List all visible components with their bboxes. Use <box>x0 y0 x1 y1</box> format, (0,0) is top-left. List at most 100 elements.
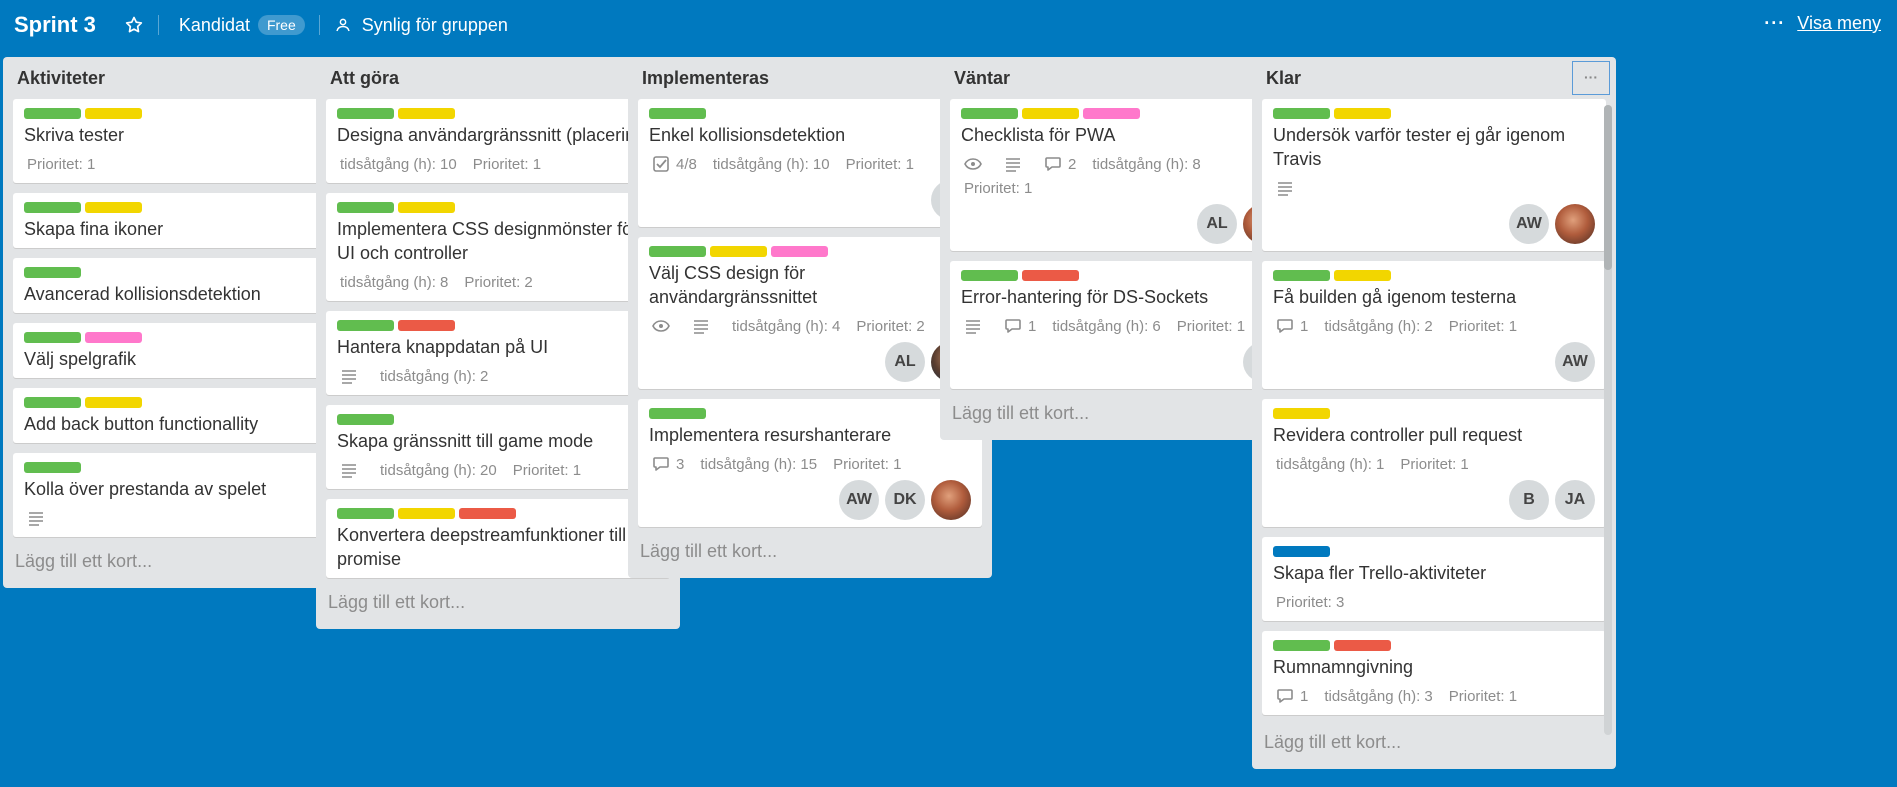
label-yellow <box>85 397 142 408</box>
list-title[interactable]: Klar <box>1266 68 1301 89</box>
card[interactable]: Implementera CSS designmönster för UI oc… <box>326 193 670 301</box>
card-title: Avancerad kollisionsdetektion <box>24 284 261 304</box>
badge-text: tidsåtgång (h): 4 <box>732 317 841 335</box>
list-header: Att göra··· <box>316 57 680 99</box>
list-title[interactable]: Att göra <box>330 68 399 89</box>
card[interactable]: Skapa fina ikoner <box>13 193 357 248</box>
card-labels <box>961 270 1283 281</box>
card[interactable]: Få builden gå igenom testerna 1 tidsåtgång… <box>1262 261 1606 389</box>
card[interactable]: Konvertera deepstreamfunktioner till pro… <box>326 499 670 578</box>
card[interactable]: Enkel kollisionsdetektion 4/8 tidsåtgång (… <box>638 99 982 227</box>
card-title: Undersök varför tester ej går igenom Tra… <box>1273 125 1566 169</box>
add-card-button[interactable]: Lägg till ett kort... <box>628 537 992 578</box>
avatar[interactable]: AW <box>1509 204 1549 244</box>
avatar[interactable]: DK <box>885 480 925 520</box>
list-aktiviteter: Aktiviteter···Skriva testerPrioritet: 1S… <box>3 57 367 588</box>
card[interactable]: Skapa gränssnitt till game mode tidsåtgån… <box>326 405 670 489</box>
badge-text: Prioritet: 1 <box>1176 317 1246 335</box>
list-header: Implementeras··· <box>628 57 992 99</box>
list-klar: Klar ··· Undersök varför tester ej går ige… <box>1252 57 1616 769</box>
card[interactable]: Rumnamngivning 1 tidsåtgång (h): 3 Priorite… <box>1262 631 1606 715</box>
card-title: Implementera resurshanterare <box>649 425 892 445</box>
board-title[interactable]: Sprint 3 <box>14 12 96 38</box>
badge-text: Prioritet: 1 <box>964 179 1033 197</box>
add-card-button[interactable]: Lägg till ett kort... <box>3 547 367 588</box>
card[interactable]: Implementera resurshanterare 3 tidsåtgång … <box>638 399 982 527</box>
card[interactable]: Designa användargränssnitt (placering) ti… <box>326 99 670 183</box>
card[interactable]: Revidera controller pull request tidsåtgå… <box>1262 399 1606 527</box>
card[interactable]: Checklista för PWA 2 tidsåtgång (h): 8 Prio… <box>950 99 1294 251</box>
card[interactable]: Undersök varför tester ej går igenom Tra… <box>1262 99 1606 251</box>
card-field-badge: Prioritet: 1 <box>1177 314 1245 338</box>
card-title: Skapa fina ikoner <box>24 219 164 239</box>
label-red <box>1334 640 1391 651</box>
label-green <box>337 414 394 425</box>
list-menu-icon[interactable]: ··· <box>1572 61 1610 95</box>
card-title: Skapa fler Trello-aktiviteter <box>1273 563 1487 583</box>
badge-text: Prioritet: 1 <box>27 155 96 173</box>
list-title[interactable]: Aktiviteter <box>17 68 105 89</box>
card-title: Designa användargränssnitt (placering) <box>337 125 652 145</box>
card[interactable]: Kolla över prestanda av spelet <box>13 453 357 537</box>
card-labels <box>337 508 659 519</box>
card[interactable]: Avancerad kollisionsdetektion <box>13 258 357 313</box>
label-red <box>398 320 455 331</box>
card-field-badge: tidsåtgång (h): 1 <box>1276 452 1384 476</box>
avatar[interactable] <box>1555 204 1595 244</box>
add-card-button[interactable]: Lägg till ett kort... <box>940 399 1304 440</box>
avatar[interactable]: AW <box>839 480 879 520</box>
card-members: TH <box>961 342 1283 382</box>
label-green <box>961 270 1018 281</box>
card[interactable]: Add back button functionallity <box>13 388 357 443</box>
label-green <box>1273 640 1330 651</box>
comment-badge: 1 <box>1276 314 1308 338</box>
card[interactable]: Välj spelgrafik <box>13 323 357 378</box>
card[interactable]: Skapa fler Trello-aktiviteter Prioritet: … <box>1262 537 1606 621</box>
card-title: Kolla över prestanda av spelet <box>24 479 267 499</box>
label-yellow <box>85 202 142 213</box>
badge-text: 1 <box>1300 687 1309 705</box>
card[interactable]: Error-hantering för DS-Sockets 1 tidsåtgån… <box>950 261 1294 389</box>
comment-icon <box>1004 317 1022 335</box>
card[interactable]: Skriva tester Prioritet: 1 <box>13 99 357 183</box>
list-title[interactable]: Implementeras <box>642 68 769 89</box>
star-icon[interactable] <box>124 15 144 35</box>
card-list: Undersök varför tester ej går igenom Tra… <box>1252 99 1616 728</box>
label-blue <box>1273 546 1330 557</box>
card[interactable]: Hantera knappdatan på UI tidsåtgång (h): … <box>326 311 670 395</box>
team-name[interactable]: Kandidat <box>179 15 250 36</box>
card-members: B <box>649 180 971 220</box>
add-card-button[interactable]: Lägg till ett kort... <box>1252 728 1616 769</box>
comment-icon <box>1044 155 1062 173</box>
visibility-button[interactable]: Synlig för gruppen <box>334 15 508 36</box>
show-menu-button[interactable]: ··· Visa meny <box>1764 13 1881 34</box>
card-labels <box>24 108 346 119</box>
header-divider <box>157 15 159 35</box>
add-card-button[interactable]: Lägg till ett kort... <box>316 588 680 629</box>
card[interactable]: Välj CSS design för användargränssnittet… <box>638 237 982 389</box>
avatar[interactable] <box>931 480 971 520</box>
avatar[interactable]: AL <box>885 342 925 382</box>
card-members: AL <box>649 342 971 382</box>
label-green <box>24 332 81 343</box>
avatar[interactable]: AW <box>1555 342 1595 382</box>
card-members: AW DK <box>649 480 971 520</box>
badge-text: 1 <box>1028 317 1037 335</box>
avatar[interactable]: B <box>1509 480 1549 520</box>
card-title: Implementera CSS designmönster för UI oc… <box>337 219 639 263</box>
scrollbar-thumb[interactable] <box>1604 105 1612 270</box>
list-title[interactable]: Väntar <box>954 68 1010 89</box>
label-green <box>337 508 394 519</box>
card-title: Skriva tester <box>24 125 125 145</box>
group-icon <box>334 16 352 34</box>
card-badges: 2 tidsåtgång (h): 8 Prioritet: 1 <box>964 152 1283 200</box>
badge-text: Prioritet: 2 <box>464 273 533 291</box>
card-field-badge: tidsåtgång (h): 15 <box>700 452 817 476</box>
card-badges: tidsåtgång (h): 1 Prioritet: 1 <box>1276 452 1595 476</box>
list-scrollbar[interactable] <box>1604 105 1612 735</box>
comment-badge: 3 <box>652 452 684 476</box>
avatar[interactable]: AL <box>1197 204 1237 244</box>
avatar[interactable]: JA <box>1555 480 1595 520</box>
card-title: Konvertera deepstreamfunktioner till pro… <box>337 525 627 569</box>
card-labels <box>1273 640 1595 651</box>
